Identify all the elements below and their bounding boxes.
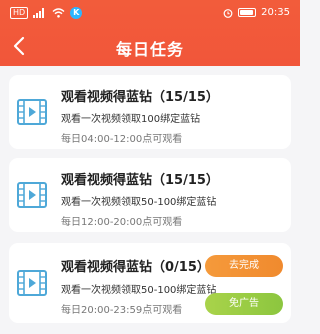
task-time-window: 每日12:00-20:00点可观看 bbox=[61, 217, 183, 228]
task-description: 观看一次视频领取50-100绑定蓝钻 bbox=[61, 285, 217, 296]
status-right: 20:35 bbox=[223, 7, 290, 18]
status-bar: HD K 20:35 bbox=[0, 0, 300, 26]
status-time: 20:35 bbox=[261, 7, 290, 18]
navigation-bar: 每日任务 bbox=[0, 26, 300, 66]
top-bar: HD K 20:35 每日任务 bbox=[0, 0, 300, 66]
hd-indicator: HD bbox=[10, 7, 29, 19]
task-title: 观看视频得蓝钻（15/15） bbox=[61, 90, 219, 105]
task-title: 观看视频得蓝钻（15/15） bbox=[61, 173, 219, 188]
task-description: 观看一次视频领取100绑定蓝钻 bbox=[61, 114, 201, 125]
signal-icon bbox=[33, 8, 45, 18]
complete-task-button[interactable]: 去完成 bbox=[205, 255, 283, 277]
task-card: 观看视频得蓝钻（15/15） 观看一次视频领取100绑定蓝钻 每日04:00-1… bbox=[9, 75, 291, 149]
video-icon bbox=[17, 270, 47, 296]
alarm-icon bbox=[223, 8, 233, 18]
task-title: 观看视频得蓝钻（0/15） bbox=[61, 260, 210, 275]
ad-free-button[interactable]: 免广告 bbox=[205, 293, 283, 315]
video-icon bbox=[17, 99, 47, 125]
status-left: HD K bbox=[10, 7, 83, 19]
wifi-icon bbox=[52, 8, 65, 18]
app-notification-icon: K bbox=[70, 7, 83, 19]
video-icon bbox=[17, 182, 47, 208]
task-description: 观看一次视频领取50-100绑定蓝钻 bbox=[61, 197, 217, 208]
task-card: 观看视频得蓝钻（0/15） 观看一次视频领取50-100绑定蓝钻 每日20:00… bbox=[9, 243, 291, 323]
battery-icon bbox=[238, 8, 257, 17]
task-card: 观看视频得蓝钻（15/15） 观看一次视频领取50-100绑定蓝钻 每日12:0… bbox=[9, 158, 291, 232]
task-time-window: 每日20:00-23:59点可观看 bbox=[61, 305, 183, 316]
page-title: 每日任务 bbox=[115, 40, 184, 59]
task-time-window: 每日04:00-12:00点可观看 bbox=[61, 134, 183, 145]
